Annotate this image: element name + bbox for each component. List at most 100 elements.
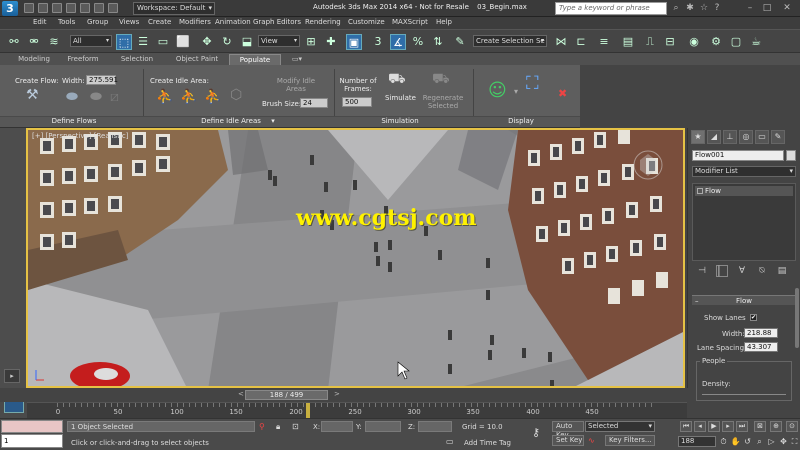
- next-frame-icon[interactable]: >: [334, 390, 340, 398]
- key-filters-button[interactable]: Key Filters...: [605, 435, 655, 446]
- idle-area-circle-icon[interactable]: ⛹: [204, 89, 221, 105]
- maxscript-output[interactable]: 1: [1, 434, 63, 448]
- simulate-button[interactable]: Simulate: [385, 94, 416, 102]
- link-icon[interactable]: ⚯: [6, 34, 22, 50]
- help-icon[interactable]: ?: [712, 3, 722, 13]
- time-slider-thumb[interactable]: 188 / 499: [245, 390, 328, 400]
- perspective-viewport[interactable]: [+] [Perspective] [Realistic] www.cgtsj.…: [26, 128, 685, 388]
- window-crossing-icon[interactable]: ⬜: [175, 34, 191, 50]
- remove-modifier-icon[interactable]: ⍉: [756, 265, 768, 277]
- current-frame-field[interactable]: 188: [678, 436, 716, 447]
- set-key-button[interactable]: Set Key: [552, 435, 584, 446]
- selection-lock-icon[interactable]: 🔒︎: [276, 422, 280, 432]
- menu-customize[interactable]: Customize: [348, 18, 385, 26]
- align-icon[interactable]: ⊏: [573, 34, 589, 50]
- time-configuration-icon[interactable]: ⏱: [718, 436, 729, 447]
- display-flow-icon[interactable]: ⛶: [526, 73, 539, 94]
- maxscript-listener-input[interactable]: [1, 420, 63, 433]
- mirror-icon[interactable]: ⋈: [553, 34, 569, 50]
- search-input[interactable]: Type a keyword or phrase: [555, 2, 667, 15]
- menu-help[interactable]: Help: [436, 18, 452, 26]
- tab-selection[interactable]: Selection: [116, 54, 158, 65]
- menu-tools[interactable]: Tools: [58, 18, 75, 26]
- flow-edit-icon[interactable]: ⧄: [110, 89, 119, 105]
- object-color-swatch[interactable]: [786, 150, 796, 161]
- modify-idle-areas-button[interactable]: Modify Idle Areas: [276, 77, 316, 93]
- communication-center-icon[interactable]: ☆: [699, 3, 709, 13]
- graphite-toggle-icon[interactable]: ▤: [620, 34, 636, 50]
- ribbon-options-icon[interactable]: ▭▾: [287, 54, 307, 65]
- flow-width-spinner[interactable]: 218.88: [744, 328, 778, 338]
- angle-snap-icon[interactable]: ∡: [390, 34, 406, 50]
- spinner-snap-icon[interactable]: ⇅: [430, 34, 446, 50]
- tab-freeform[interactable]: Freeform: [62, 54, 104, 65]
- motion-tab-icon[interactable]: ◎: [739, 130, 753, 144]
- play-icon[interactable]: ▶: [708, 421, 720, 432]
- curve-editor-icon[interactable]: ⎍: [642, 34, 658, 50]
- key-mode-toggle-icon[interactable]: ⊠: [754, 421, 766, 432]
- menu-graph-editors[interactable]: Graph Editors: [253, 18, 301, 26]
- menu-create[interactable]: Create: [148, 18, 171, 26]
- zoom-all-icon[interactable]: ⊙: [786, 421, 798, 432]
- menu-edit[interactable]: Edit: [33, 18, 47, 26]
- viewport-label[interactable]: [+] [Perspective] [Realistic]: [32, 132, 128, 140]
- show-lanes-checkbox[interactable]: ✔: [750, 314, 757, 321]
- tab-object-paint[interactable]: Object Paint: [170, 54, 224, 65]
- display-tab-icon[interactable]: ▭: [755, 130, 769, 144]
- minimize-icon[interactable]: –: [745, 3, 755, 13]
- command-panel-scrollbar[interactable]: [795, 288, 799, 348]
- select-object-icon[interactable]: ⬚: [116, 34, 132, 50]
- render-setup-icon[interactable]: ⚙: [708, 34, 724, 50]
- delete-simulation-icon[interactable]: ✖: [558, 87, 567, 100]
- show-end-result-icon[interactable]: ▏: [716, 265, 728, 277]
- key-icon[interactable]: ⚷: [532, 426, 540, 439]
- z-coordinate-field[interactable]: [418, 421, 452, 432]
- select-by-name-icon[interactable]: ☰: [135, 34, 151, 50]
- modifier-list-dropdown[interactable]: Modifier List ▾: [692, 166, 796, 177]
- move-icon[interactable]: ✥: [199, 34, 215, 50]
- select-manipulate-icon[interactable]: ✚: [323, 34, 339, 50]
- maximize-icon[interactable]: □: [762, 3, 772, 13]
- field-of-view-icon[interactable]: ▷: [766, 436, 777, 447]
- rectangular-selection-icon[interactable]: ▭: [155, 34, 171, 50]
- transform-mode-icon[interactable]: ⊡: [292, 422, 299, 431]
- layer-manager-icon[interactable]: ≡: [596, 34, 612, 50]
- next-key-icon[interactable]: ▸: [722, 421, 734, 432]
- idle-area-free-icon[interactable]: ⛹: [180, 89, 197, 105]
- scale-icon[interactable]: ⬓: [239, 34, 255, 50]
- bind-space-warp-icon[interactable]: ≋: [46, 34, 62, 50]
- time-slider[interactable]: < 188 / 499 >: [0, 388, 687, 402]
- menu-animation[interactable]: Animation: [215, 18, 251, 26]
- configure-sets-icon[interactable]: ▤: [776, 265, 788, 277]
- regenerate-selected-icon[interactable]: ⛟: [432, 71, 450, 89]
- object-name-field[interactable]: Flow001: [692, 150, 784, 161]
- go-to-end-icon[interactable]: ⏭: [736, 421, 748, 432]
- schematic-view-icon[interactable]: ⊟: [662, 34, 678, 50]
- menu-group[interactable]: Group: [87, 18, 108, 26]
- idle-area-icon[interactable]: ⛹: [156, 89, 173, 105]
- menu-modifiers[interactable]: Modifiers: [179, 18, 211, 26]
- menu-views[interactable]: Views: [119, 18, 139, 26]
- keyboard-shortcut-override-icon[interactable]: ▣: [346, 34, 362, 50]
- group-define-idle-areas[interactable]: Define Idle Areas: [196, 117, 266, 125]
- go-to-start-icon[interactable]: ⏮: [680, 421, 692, 432]
- create-tab-icon[interactable]: ★: [691, 130, 705, 144]
- edit-named-selection-icon[interactable]: ✎: [452, 34, 468, 50]
- selection-filter-dropdown[interactable]: All ▾: [70, 35, 112, 47]
- flow-rollout-header[interactable]: – Flow: [692, 295, 796, 305]
- reference-coordinate-dropdown[interactable]: View ▾: [258, 35, 300, 47]
- density-slider[interactable]: [702, 394, 786, 395]
- modify-tab-icon[interactable]: ◢: [707, 130, 721, 144]
- menu-rendering[interactable]: Rendering: [305, 18, 341, 26]
- regenerate-selected-button[interactable]: Regenerate Selected: [420, 94, 466, 110]
- subscription-icon[interactable]: ✱: [685, 3, 695, 13]
- display-people-icon[interactable]: ☺: [488, 80, 507, 101]
- viewport-nav-toggle-icon[interactable]: ▸: [4, 369, 20, 383]
- flow-width-input[interactable]: 275.591: [86, 75, 118, 85]
- pan-view-icon[interactable]: ✋: [730, 436, 741, 447]
- zoom-extents-icon[interactable]: ⊕: [770, 421, 782, 432]
- make-unique-icon[interactable]: ∀: [736, 265, 748, 277]
- utilities-tab-icon[interactable]: ✎: [771, 130, 785, 144]
- unlink-icon[interactable]: ⚮: [26, 34, 42, 50]
- tab-modeling[interactable]: Modeling: [14, 54, 54, 65]
